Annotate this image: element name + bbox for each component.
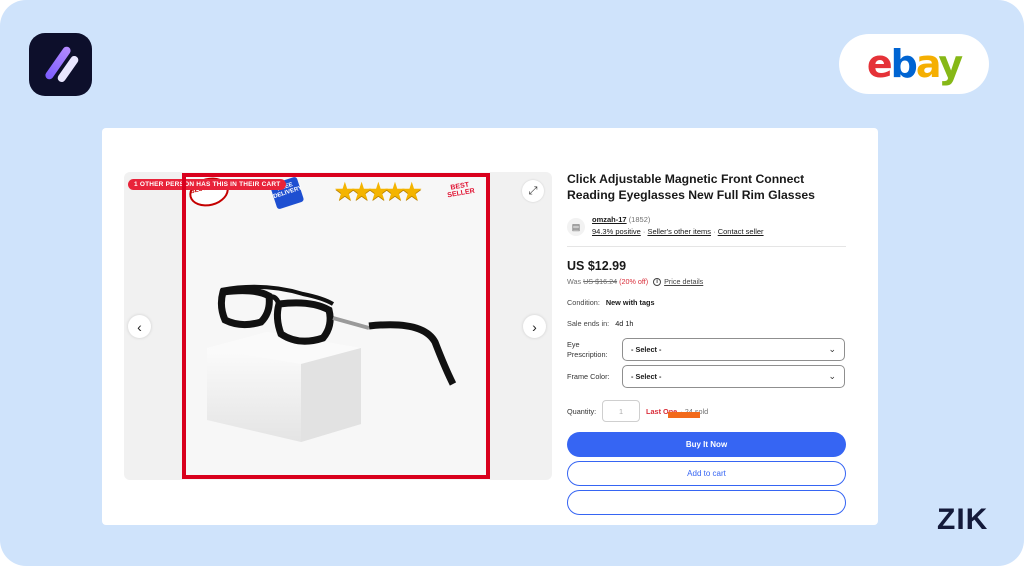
ebay-wordmark: ebay — [866, 42, 963, 86]
background-frame: ebay DELIVERY ★★★★★ BEST SELLER 1 OTHER … — [0, 0, 1024, 566]
chevron-down-icon: ⌄ — [828, 371, 836, 382]
was-price-line: Was US $16.24 (20% off) i Price details — [567, 277, 846, 286]
quantity-row: Quantity: 1 Last One · 24 sold — [567, 400, 846, 423]
rating-stars-badge: ★★★★★ — [335, 179, 422, 204]
store-icon: ▤ — [567, 218, 585, 237]
seller-positive-link[interactable]: 94.3% positive — [592, 227, 641, 236]
frame-color-select[interactable]: - Select - ⌄ — [622, 365, 845, 389]
condition-value: New with tags — [605, 298, 655, 308]
discount-percent: (20% off) — [619, 277, 649, 287]
frame-color-label: Frame Color: — [567, 371, 610, 381]
zik-watermark: ZIK — [937, 503, 989, 536]
ebay-letter-a: a — [915, 42, 941, 86]
condition-row: Condition: New with tags — [567, 298, 846, 307]
ebay-letter-e: e — [866, 42, 893, 86]
separator: · — [713, 227, 716, 237]
sale-ends-value: 4d 1h — [615, 319, 634, 329]
add-to-watchlist-button[interactable] — [567, 490, 846, 516]
ebay-logo: ebay — [839, 34, 989, 94]
seller-other-items-link[interactable]: Seller's other items — [647, 227, 711, 236]
seller-lines: omzah-17 (1852) 94.3% positive · Seller'… — [592, 215, 764, 236]
seller-name-line: omzah-17 (1852) — [592, 215, 764, 224]
sale-ends-label: Sale ends in: — [567, 319, 610, 329]
buy-it-now-button[interactable]: Buy It Now — [567, 432, 846, 458]
was-label: Was — [567, 277, 582, 287]
next-image-button[interactable]: › — [523, 315, 546, 338]
seller-name-link[interactable]: omzah-17 — [592, 215, 627, 224]
separator: · — [642, 227, 646, 237]
quantity-input[interactable]: 1 — [602, 400, 640, 423]
add-to-cart-button[interactable]: Add to cart — [567, 461, 846, 487]
listing-title: Click Adjustable Magnetic Front Connect … — [567, 172, 815, 203]
app-logo-icon — [29, 33, 92, 96]
ebay-letter-b: b — [890, 42, 918, 86]
sale-ends-row: Sale ends in: 4d 1h — [567, 319, 846, 328]
ebay-letter-y: y — [938, 42, 963, 86]
info-icon[interactable]: i — [653, 277, 662, 286]
eye-prescription-select[interactable]: - Select - ⌄ — [622, 338, 845, 362]
eye-prescription-label: Eye Prescription: — [567, 340, 608, 359]
chevron-down-icon: ⌄ — [828, 344, 836, 355]
chevron-left-icon: ‹ — [137, 318, 142, 335]
frame-color-row: Frame Color: - Select - ⌄ — [567, 365, 846, 389]
eye-prescription-value: - Select - — [631, 345, 662, 355]
expand-image-button[interactable]: ⤢ — [522, 180, 544, 202]
was-price: US $16.24 — [583, 277, 618, 287]
current-price: US $12.99 — [567, 259, 627, 274]
condition-label: Condition: — [567, 298, 600, 308]
seller-feedback-count: (1852) — [628, 215, 651, 225]
glasses-illustration — [207, 284, 457, 442]
expand-icon: ⤢ — [528, 184, 538, 197]
listing-details: Click Adjustable Magnetic Front Connect … — [567, 171, 846, 516]
seller-links-line: 94.3% positive · Seller's other items · … — [592, 227, 764, 236]
product-gallery: BEST PRICE FREE DELIVERY ★★★★★ BEST SELL… — [124, 172, 552, 480]
eye-prescription-row: Eye Prescription: - Select - ⌄ — [567, 338, 846, 362]
listing-card: BEST PRICE FREE DELIVERY ★★★★★ BEST SELL… — [102, 128, 878, 525]
quantity-label: Quantity: — [567, 406, 597, 416]
seller-info: ▤ omzah-17 (1852) 94.3% positive · Selle… — [567, 215, 846, 248]
chevron-right-icon: › — [532, 318, 537, 335]
frame-color-value: - Select - — [631, 372, 662, 382]
cart-watchers-banner: 1 OTHER PERSON HAS THIS IN THEIR CART — [128, 179, 287, 190]
product-image[interactable]: BEST PRICE FREE DELIVERY ★★★★★ BEST SELL… — [183, 172, 489, 480]
price-details-link[interactable]: Price details — [664, 277, 703, 286]
previous-image-button[interactable]: ‹ — [128, 315, 151, 338]
sold-highlight-mark — [668, 412, 700, 419]
contact-seller-link[interactable]: Contact seller — [718, 227, 764, 236]
